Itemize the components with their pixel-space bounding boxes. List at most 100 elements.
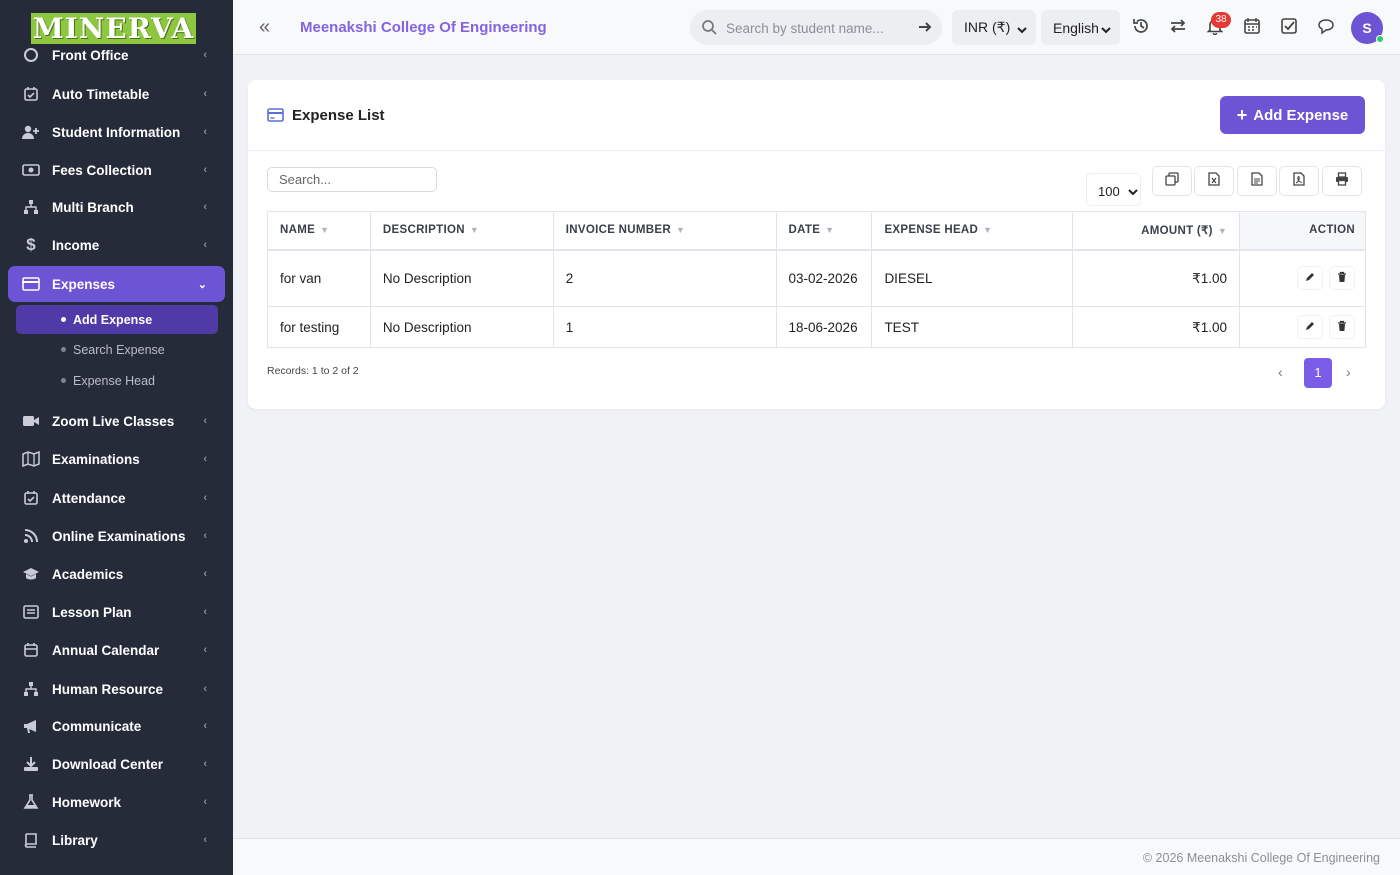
calendar-icon[interactable] [1243, 17, 1263, 37]
sidebar-item-label: Attendance [52, 490, 126, 506]
add-expense-button[interactable]: + Add Expense [1220, 96, 1365, 134]
cell-date: 03-02-2026 [776, 249, 873, 307]
chevron-left-icon: ‹ [203, 49, 207, 61]
sidebar-item-lesson-plan[interactable]: Lesson Plan ‹ [8, 594, 225, 630]
dollar-icon: $ [26, 235, 36, 254]
sidebar-item-homework[interactable]: Homework ‹ [8, 784, 225, 820]
per-page-select[interactable]: 100 [1086, 173, 1141, 206]
top-bar: « Meenakshi College Of Engineering INR (… [233, 0, 1400, 55]
column-header-name[interactable]: NAME ▼ [267, 211, 371, 251]
sort-icon: ▼ [1217, 226, 1228, 237]
excel-export-button[interactable] [1194, 166, 1234, 196]
sidebar-item-human-resource[interactable]: Human Resource ‹ [8, 671, 225, 707]
search-icon [701, 19, 717, 40]
sidebar-item-attendance[interactable]: Attendance ‹ [8, 480, 225, 516]
cell-description: No Description [370, 249, 554, 307]
currency-value: INR (₹) [964, 19, 1011, 35]
sidebar-item-zoom-live-classes[interactable]: Zoom Live Classes ‹ [8, 403, 225, 439]
history-icon[interactable] [1132, 17, 1152, 37]
chevron-down-icon: ⌄ [197, 278, 207, 291]
video-icon [22, 412, 40, 430]
copy-icon [1165, 171, 1179, 191]
pdf-export-button[interactable] [1279, 166, 1319, 196]
sidebar-subitem-expense-head[interactable]: Expense Head [16, 366, 218, 395]
sidebar-item-label: Academics [52, 566, 124, 582]
add-expense-label: Add Expense [1253, 106, 1349, 124]
sidebar-item-label: Online Examinations [52, 528, 186, 544]
sidebar-item-auto-timetable[interactable]: Auto Timetable ‹ [8, 76, 225, 112]
card-header: Expense List + Add Expense [248, 80, 1385, 151]
sidebar-item-income[interactable]: $ Income ‹ [8, 227, 225, 263]
sidebar-item-label: Income [52, 237, 100, 253]
pencil-icon [1304, 269, 1316, 288]
cell-name: for van [267, 249, 371, 307]
sidebar-item-label: Student Information [52, 124, 181, 140]
chevron-left-icon: ‹ [203, 683, 207, 695]
map-icon [22, 450, 40, 468]
currency-select[interactable]: INR (₹) [952, 10, 1036, 45]
print-button[interactable] [1322, 166, 1362, 196]
cell-amount: ₹1.00 [1072, 306, 1241, 348]
sidebar-item-annual-calendar[interactable]: Annual Calendar ‹ [8, 632, 225, 668]
task-check-icon[interactable] [1280, 17, 1300, 37]
arrow-right-icon[interactable] [917, 19, 933, 40]
trash-icon [1336, 318, 1348, 337]
sidebar-subitem-add-expense[interactable]: Add Expense [16, 305, 218, 334]
chevron-left-icon: ‹ [203, 201, 207, 213]
bullhorn-icon [22, 717, 40, 735]
sidebar-item-label: Multi Branch [52, 199, 134, 215]
chevron-left-icon[interactable]: ‹ [1278, 364, 1283, 380]
language-select[interactable]: English [1041, 10, 1120, 45]
sidebar-item-examinations[interactable]: Examinations ‹ [8, 441, 225, 477]
sidebar-item-label: Auto Timetable [52, 86, 150, 102]
sidebar-item-fees-collection[interactable]: Fees Collection ‹ [8, 152, 225, 188]
delete-button[interactable] [1330, 267, 1354, 289]
sidebar-item-library[interactable]: Library ‹ [8, 822, 225, 858]
chevron-left-icon: ‹ [203, 126, 207, 138]
sidebar-item-academics[interactable]: Academics ‹ [8, 556, 225, 592]
footer: © 2026 Meenakshi College Of Engineering [233, 838, 1400, 875]
chevron-left-icon: ‹ [203, 492, 207, 504]
csv-export-button[interactable] [1237, 166, 1277, 196]
sidebar-item-communicate[interactable]: Communicate ‹ [8, 708, 225, 744]
table-search-input[interactable] [268, 168, 436, 191]
card-title: Expense List [292, 107, 385, 124]
sidebar-subitem-label: Search Expense [73, 342, 165, 357]
chevron-left-icon: ‹ [203, 644, 207, 656]
credit-card-icon [267, 108, 284, 127]
chat-icon[interactable] [1317, 17, 1337, 37]
sidebar-item-label: Fees Collection [52, 162, 152, 178]
delete-button[interactable] [1330, 316, 1354, 338]
logo[interactable]: MINERVA [31, 13, 196, 44]
sidebar-item-student-information[interactable]: Student Information ‹ [8, 114, 225, 150]
column-header-invoice-number[interactable]: INVOICE NUMBER ▼ [553, 211, 777, 251]
edit-button[interactable] [1298, 316, 1322, 338]
chevron-right-icon[interactable]: › [1346, 364, 1351, 380]
expense-list-card: Expense List + Add Expense 100 NAME▼ DES… [248, 80, 1385, 409]
chevron-down-icon [1127, 185, 1139, 200]
column-header-amount[interactable]: AMOUNT (₹) ▼ [1072, 211, 1241, 251]
column-header-date[interactable]: DATE ▼ [776, 211, 873, 251]
book-icon [22, 831, 40, 849]
student-search-input[interactable] [726, 18, 906, 38]
list-alt-icon [22, 603, 40, 621]
page-number-button[interactable]: 1 [1304, 358, 1332, 388]
sidebar-item-download-center[interactable]: Download Center ‹ [8, 746, 225, 782]
chevron-left-icon: ‹ [203, 239, 207, 251]
edit-button[interactable] [1298, 267, 1322, 289]
sidebar-subitem-label: Add Expense [73, 312, 153, 327]
sidebar-item-expenses[interactable]: Expenses ⌄ [8, 266, 225, 302]
sidebar-subitem-search-expense[interactable]: Search Expense [16, 335, 218, 364]
copy-button[interactable] [1152, 166, 1192, 196]
sidebar-item-online-examinations[interactable]: Online Examinations ‹ [8, 518, 225, 554]
column-header-expense-head[interactable]: EXPENSE HEAD ▼ [871, 211, 1074, 251]
collapse-sidebar-icon[interactable]: « [259, 17, 270, 37]
sidebar-item-multi-branch[interactable]: Multi Branch ‹ [8, 189, 225, 225]
sidebar-item-label: Annual Calendar [52, 642, 160, 658]
chevron-down-icon [1016, 22, 1028, 38]
switch-icon[interactable] [1169, 17, 1189, 37]
student-search [690, 10, 942, 45]
column-header-description[interactable]: DESCRIPTION ▼ [370, 211, 554, 251]
expense-table: NAME ▼ DESCRIPTION ▼ INVOICE NUMBER ▼ DATE ▼… [267, 211, 1366, 348]
cell-invoice: 1 [553, 306, 777, 348]
